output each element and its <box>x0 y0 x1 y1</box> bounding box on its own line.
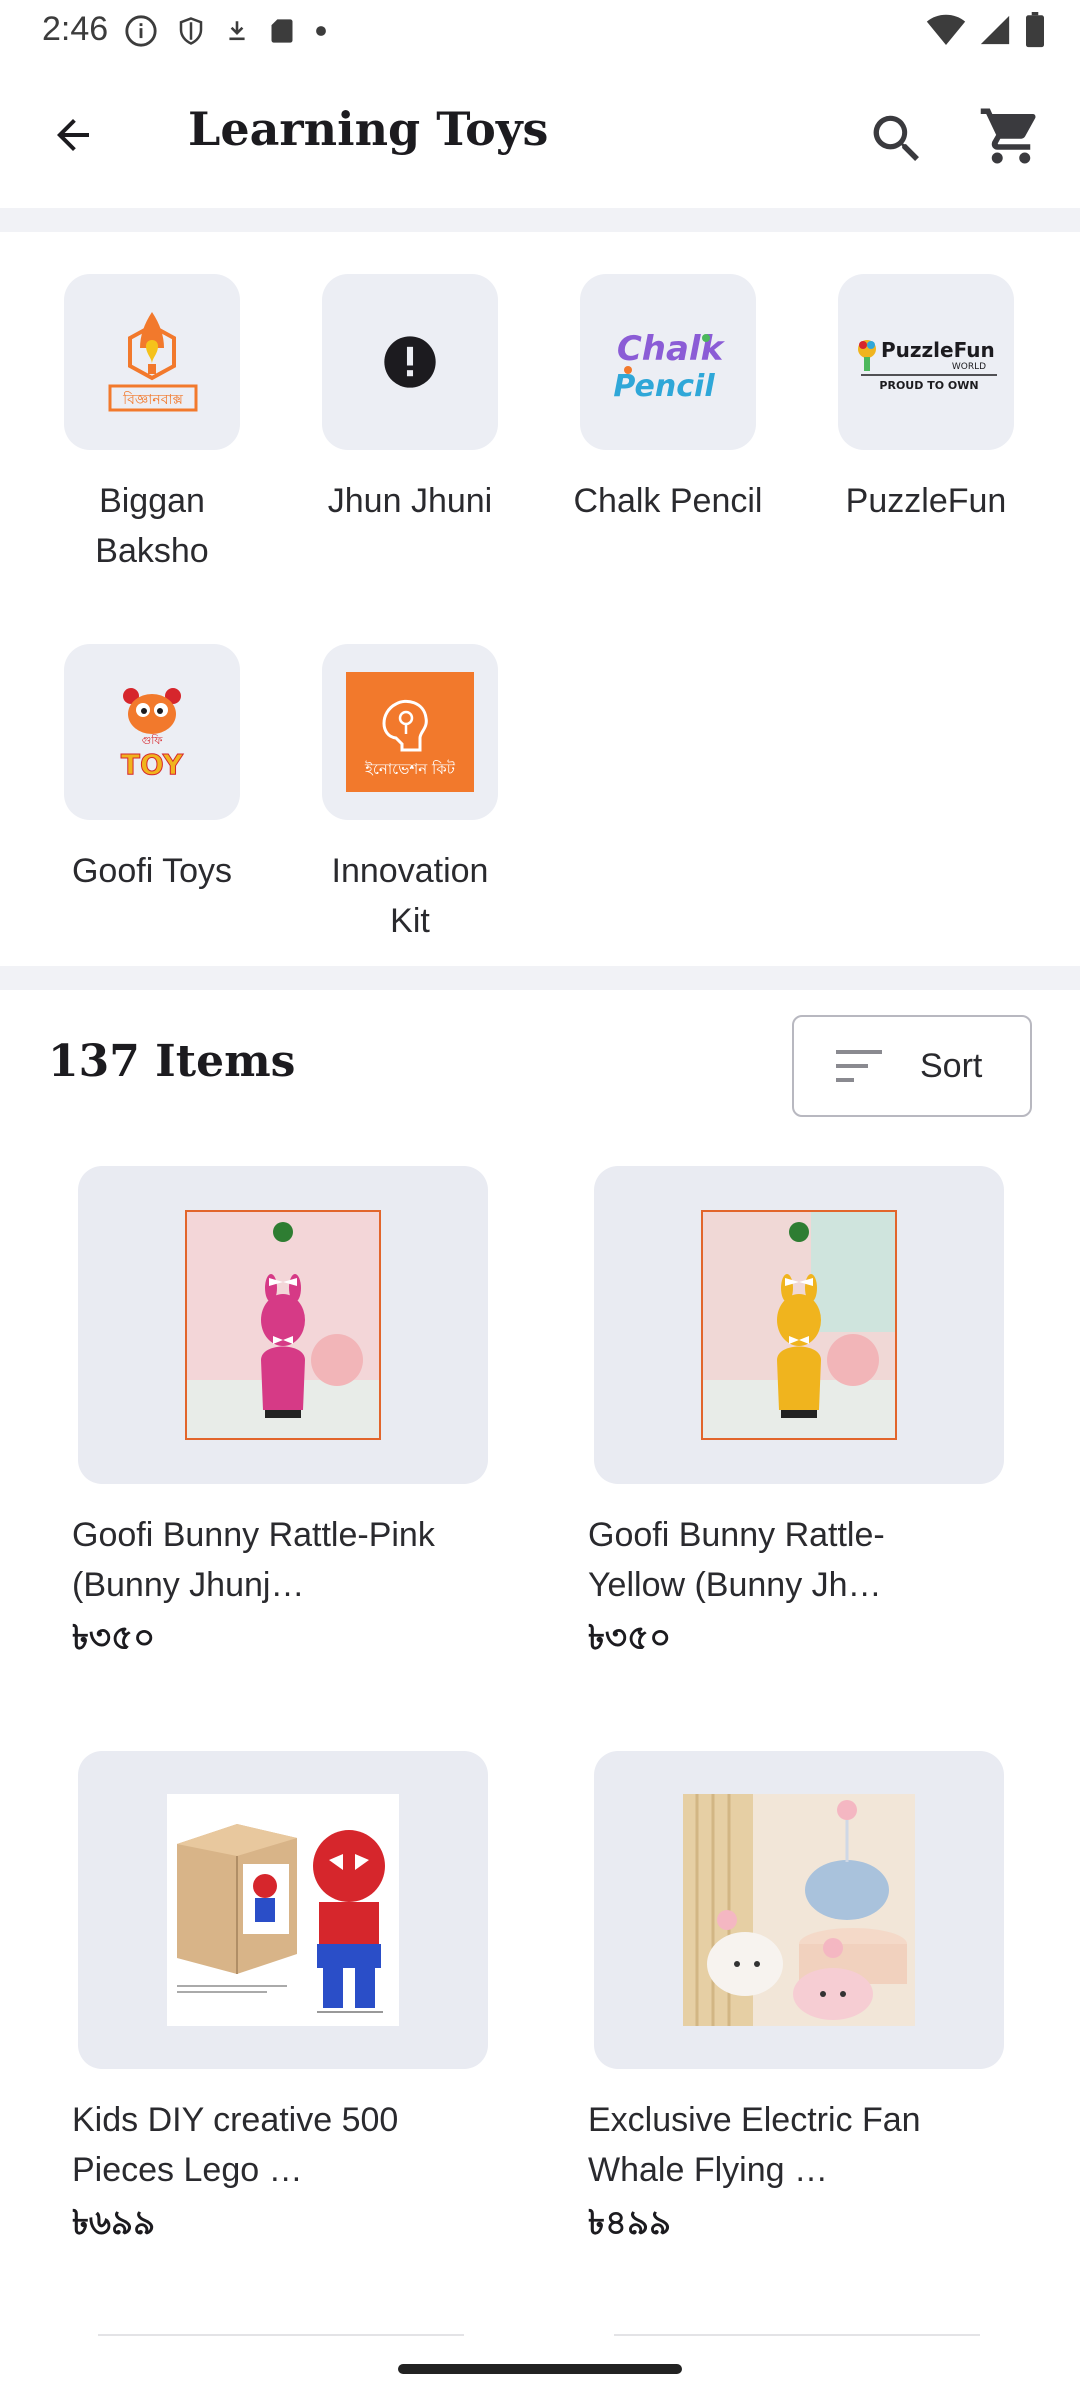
brand-name: Goofi Toys <box>71 852 232 890</box>
svg-text:Chalk: Chalk <box>617 329 726 369</box>
brand-item-jhun-jhuni[interactable]: Jhun Jhuni <box>290 274 530 526</box>
puzzlefun-logo: PuzzleFun WORLD PROUD TO OWN <box>858 338 997 392</box>
brand-logo-tile: Chalk Pencil <box>580 274 756 450</box>
brand-grid: বিজ্ঞানবাক্স Biggan Baksho Jhun Jhuni Ch… <box>0 232 1080 968</box>
app-bar: Learning Toys <box>0 64 1080 206</box>
sort-label: Sort <box>920 1046 983 1085</box>
yellow-bunny-rattle <box>701 1210 897 1440</box>
product-card[interactable]: Goofi Bunny Rattle-Pink (Bunny Jhunj… ৳৩… <box>72 1166 512 1669</box>
cart-icon <box>980 108 1036 164</box>
brand-logo-text: TOY <box>121 748 184 781</box>
svg-text:WORLD: WORLD <box>952 362 986 372</box>
info-circle-icon <box>125 15 157 47</box>
product-price: ৳৬৯৯ <box>72 2203 156 2243</box>
brand-logo-tile: বিজ্ঞানবাক্স <box>64 274 240 450</box>
next-card-edge <box>98 2334 464 2336</box>
product-name: Kids DIY creative 500 Pieces Lego … <box>72 2101 399 2189</box>
product-name: Exclusive Electric Fan Whale Flying … <box>588 2101 921 2189</box>
product-name: Goofi Bunny Rattle-Pink (Bunny Jhunj… <box>72 1516 435 1604</box>
product-card[interactable]: Exclusive Electric Fan Whale Flying … ৳৪… <box>588 1751 1028 2254</box>
sd-card-icon <box>271 19 293 43</box>
product-image <box>594 1751 1004 2069</box>
product-price: ৳৩৫০ <box>72 1618 156 1658</box>
brand-name: Chalk Pencil <box>573 482 763 520</box>
innovation-kit-logo: ইনোভেশন কিট <box>346 672 474 792</box>
svg-text:Pencil: Pencil <box>613 369 715 404</box>
product-image <box>78 1166 488 1484</box>
sort-button[interactable]: Sort <box>792 1015 1032 1117</box>
dot-icon <box>316 26 326 36</box>
brand-item-chalk-pencil[interactable]: Chalk Pencil Chalk Pencil <box>548 274 788 526</box>
page-title: Learning Toys <box>188 102 549 156</box>
product-image <box>594 1166 1004 1484</box>
chalk-pencil-logo: Chalk Pencil <box>613 329 726 404</box>
search-icon <box>873 115 919 161</box>
brand-name: PuzzleFun <box>845 482 1007 520</box>
brand-logo-tile <box>322 274 498 450</box>
brand-logo-tile: ইনোভেশন কিট <box>322 644 498 820</box>
wifi-icon <box>926 14 966 45</box>
cart-button[interactable] <box>975 100 1047 172</box>
brand-item-biggan-baksho[interactable]: বিজ্ঞানবাক্স Biggan Baksho <box>32 274 272 576</box>
shield-icon <box>179 17 203 45</box>
brand-logo-text: PuzzleFun <box>881 338 995 362</box>
status-bar: 2:46 <box>0 0 1080 64</box>
brand-logo-tile: PuzzleFun WORLD PROUD TO OWN <box>838 274 1014 450</box>
product-price: ৳৪৯৯ <box>588 2203 672 2243</box>
whale-fan-toys <box>683 1794 915 2026</box>
search-button[interactable] <box>862 104 932 174</box>
items-count: 137 Items <box>48 1036 296 1087</box>
arrow-back-icon <box>57 119 89 151</box>
items-header: 137 Items Sort <box>0 988 1080 1138</box>
error-icon <box>384 336 436 388</box>
brand-name: Jhun Jhuni <box>327 482 493 520</box>
spiderman-lego-set <box>167 1794 399 2026</box>
divider <box>0 966 1080 990</box>
product-price: ৳৩৫০ <box>588 1618 672 1658</box>
brand-item-innovation-kit[interactable]: ইনোভেশন কিট Innovation Kit <box>290 644 530 946</box>
pink-bunny-rattle <box>185 1210 381 1440</box>
product-card[interactable]: Kids DIY creative 500 Pieces Lego … ৳৬৯৯ <box>72 1751 512 2254</box>
battery-icon <box>1026 12 1044 48</box>
product-card[interactable]: Goofi Bunny Rattle-Yellow (Bunny Jh… ৳৩৫… <box>588 1166 1028 1669</box>
product-image <box>78 1751 488 2069</box>
brand-logo-text: ইনোভেশন কিট <box>364 760 456 778</box>
next-card-edge <box>614 2334 980 2336</box>
biggan-baksho-logo: বিজ্ঞানবাক্স <box>108 312 198 412</box>
brand-name: Biggan Baksho <box>95 482 209 570</box>
divider <box>0 208 1080 232</box>
gesture-nav-handle[interactable] <box>398 2364 682 2374</box>
download-icon <box>229 21 245 41</box>
brand-item-puzzlefun[interactable]: PuzzleFun WORLD PROUD TO OWN PuzzleFun <box>806 274 1046 526</box>
goofi-toys-logo: গুফি TOY <box>120 688 184 782</box>
brand-name: Innovation Kit <box>331 852 489 940</box>
status-time: 2:46 <box>42 10 109 48</box>
brand-logo-text: বিজ্ঞানবাক্স <box>122 391 183 408</box>
status-icons-left <box>124 14 328 48</box>
status-icons-right <box>926 12 1046 48</box>
back-button[interactable] <box>38 100 108 170</box>
sort-icon <box>836 1050 882 1082</box>
product-name: Goofi Bunny Rattle-Yellow (Bunny Jh… <box>588 1516 885 1604</box>
signal-icon <box>980 15 1010 45</box>
svg-text:PROUD TO OWN: PROUD TO OWN <box>879 379 978 392</box>
brand-item-goofi-toys[interactable]: গুফি TOY Goofi Toys <box>32 644 272 896</box>
brand-logo-tile: গুফি TOY <box>64 644 240 820</box>
svg-text:গুফি: গুফি <box>142 734 164 747</box>
